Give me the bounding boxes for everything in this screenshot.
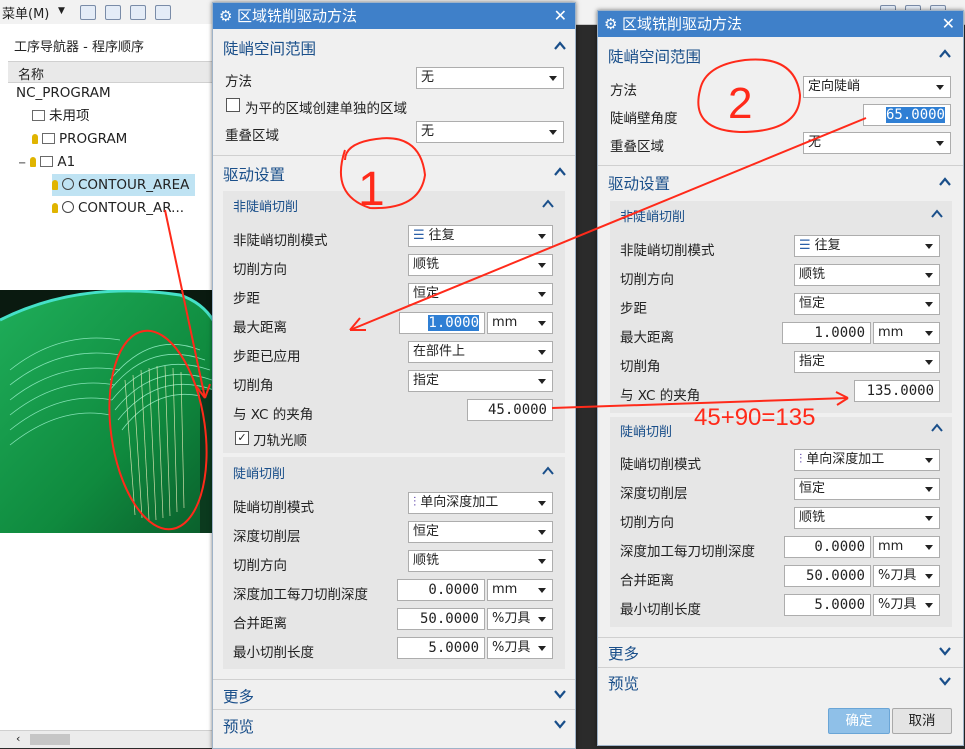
annotation-ellipse-3d [108, 329, 208, 531]
annotation-arrow-navigator [164, 209, 206, 399]
annotation-overlay: 1 2 [108, 58, 867, 531]
annotation-mark-2: 2 [728, 79, 752, 128]
annotation-formula: 45+90=135 [694, 404, 816, 431]
annotation-arrow-steep-angle [349, 117, 867, 331]
annotation-mark-1: 1 [358, 163, 385, 216]
